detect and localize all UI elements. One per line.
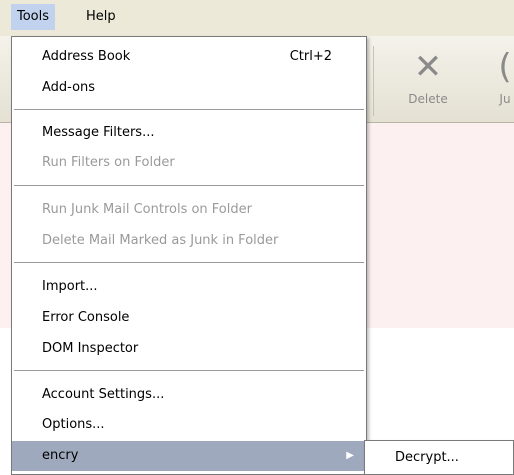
menu-item-label: DOM Inspector <box>42 341 139 356</box>
menu-item-label: Run Junk Mail Controls on Folder <box>42 202 252 217</box>
menu-item-label: Import... <box>42 279 98 294</box>
menu-item-label: encry <box>42 448 79 463</box>
menubar: Tools Help <box>0 0 514 36</box>
menu-item-delete-junk: Delete Mail Marked as Junk in Folder <box>12 226 366 256</box>
menu-help[interactable]: Help <box>80 4 122 30</box>
menu-item-run-junk-controls: Run Junk Mail Controls on Folder <box>12 195 366 225</box>
menu-item-label: Add-ons <box>42 80 96 95</box>
menu-item-addons[interactable]: Add-ons <box>12 73 366 103</box>
tools-menu: Address Book Ctrl+2 Add-ons Message Filt… <box>11 36 367 475</box>
delete-button[interactable]: ✕ Delete <box>393 50 463 116</box>
menu-item-account-settings[interactable]: Account Settings... <box>12 380 366 410</box>
junk-button[interactable]: ( Ju <box>470 50 514 116</box>
menu-tools[interactable]: Tools <box>11 4 56 30</box>
menu-separator <box>14 185 364 186</box>
menu-item-label: Error Console <box>42 310 130 325</box>
menu-item-label: Account Settings... <box>42 387 165 402</box>
menu-item-message-filters[interactable]: Message Filters... <box>12 118 366 148</box>
toolbar-separator <box>373 46 374 116</box>
menu-item-address-book[interactable]: Address Book Ctrl+2 <box>12 42 366 72</box>
menu-item-label: Options... <box>42 417 105 432</box>
menu-separator <box>14 370 364 371</box>
menu-item-error-console[interactable]: Error Console <box>12 303 366 333</box>
menu-item-options[interactable]: Options... <box>12 410 366 440</box>
menu-item-dom-inspector[interactable]: DOM Inspector <box>12 334 366 364</box>
junk-label: Ju <box>499 92 511 106</box>
encry-submenu: Decrypt... <box>364 440 514 475</box>
menu-item-label: Delete Mail Marked as Junk in Folder <box>42 233 279 248</box>
delete-label: Delete <box>408 92 448 106</box>
close-x-icon: ✕ <box>413 47 443 87</box>
menu-item-shortcut: Ctrl+2 <box>289 49 332 64</box>
menu-item-run-filters: Run Filters on Folder <box>12 148 366 178</box>
menu-item-label: Message Filters... <box>42 125 155 140</box>
menu-item-label: Run Filters on Folder <box>42 155 175 170</box>
menu-item-label: Decrypt... <box>395 450 459 465</box>
menu-item-encry[interactable]: encry ▶ <box>12 441 366 471</box>
menu-item-label: Address Book <box>42 49 131 64</box>
menu-item-import[interactable]: Import... <box>12 272 366 302</box>
junk-icon: ( <box>498 47 512 87</box>
chevron-right-icon: ▶ <box>346 450 354 461</box>
menu-separator <box>14 109 364 110</box>
menu-separator <box>14 262 364 263</box>
